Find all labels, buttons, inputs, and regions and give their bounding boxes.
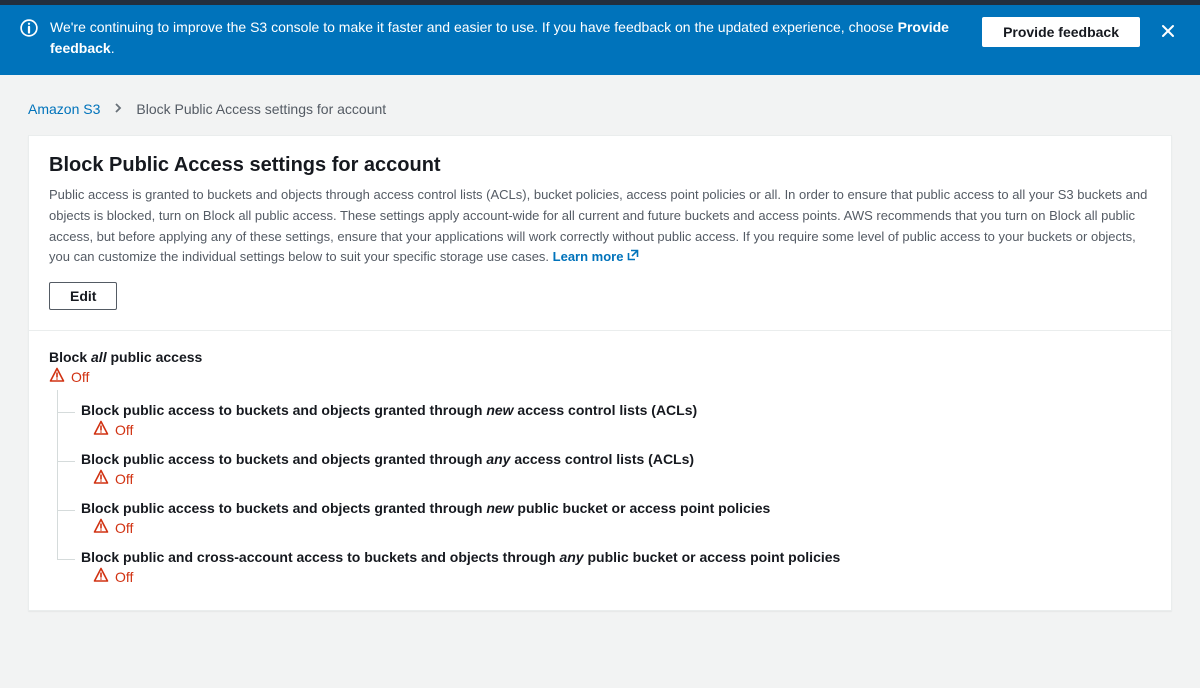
child-row: Block public and cross-account access to… xyxy=(57,537,1151,586)
panel-header: Block Public Access settings for account… xyxy=(29,136,1171,331)
banner-text: We're continuing to improve the S3 conso… xyxy=(50,17,970,59)
warning-icon xyxy=(49,367,65,386)
provide-feedback-button[interactable]: Provide feedback xyxy=(982,17,1140,47)
panel-description: Public access is granted to buckets and … xyxy=(49,185,1151,268)
breadcrumb-current: Block Public Access settings for account xyxy=(136,101,386,117)
child-title: Block public access to buckets and objec… xyxy=(81,451,1151,467)
warning-icon xyxy=(93,567,109,586)
block-all-row: Block all public access Off xyxy=(49,349,1151,386)
child-status: Off xyxy=(81,518,1151,537)
warning-icon xyxy=(93,469,109,488)
child-row: Block public access to buckets and objec… xyxy=(57,488,1151,537)
child-status: Off xyxy=(81,567,1151,586)
warning-icon xyxy=(93,518,109,537)
learn-more-link[interactable]: Learn more xyxy=(553,247,640,268)
close-banner-button[interactable] xyxy=(1156,19,1180,46)
page-title: Block Public Access settings for account xyxy=(49,154,1151,177)
settings-panel: Block Public Access settings for account… xyxy=(28,135,1172,611)
chevron-right-icon xyxy=(114,101,122,117)
close-icon xyxy=(1160,23,1176,42)
child-title: Block public and cross-account access to… xyxy=(81,549,1151,565)
block-children: Block public access to buckets and objec… xyxy=(57,390,1151,586)
breadcrumb: Amazon S3 Block Public Access settings f… xyxy=(28,87,1172,135)
external-link-icon xyxy=(627,247,639,268)
child-status: Off xyxy=(81,469,1151,488)
panel-body: Block all public access Off xyxy=(29,331,1171,610)
block-all-status: Off xyxy=(49,367,1151,386)
child-title: Block public access to buckets and objec… xyxy=(81,500,1151,516)
child-title: Block public access to buckets and objec… xyxy=(81,402,1151,418)
child-row: Block public access to buckets and objec… xyxy=(57,439,1151,488)
child-status: Off xyxy=(81,420,1151,439)
warning-icon xyxy=(93,420,109,439)
feedback-banner: We're continuing to improve the S3 conso… xyxy=(0,5,1200,75)
child-row: Block public access to buckets and objec… xyxy=(57,390,1151,439)
info-icon xyxy=(20,19,38,37)
edit-button[interactable]: Edit xyxy=(49,282,117,310)
block-all-title: Block all public access xyxy=(49,349,1151,365)
breadcrumb-root-link[interactable]: Amazon S3 xyxy=(28,101,100,117)
